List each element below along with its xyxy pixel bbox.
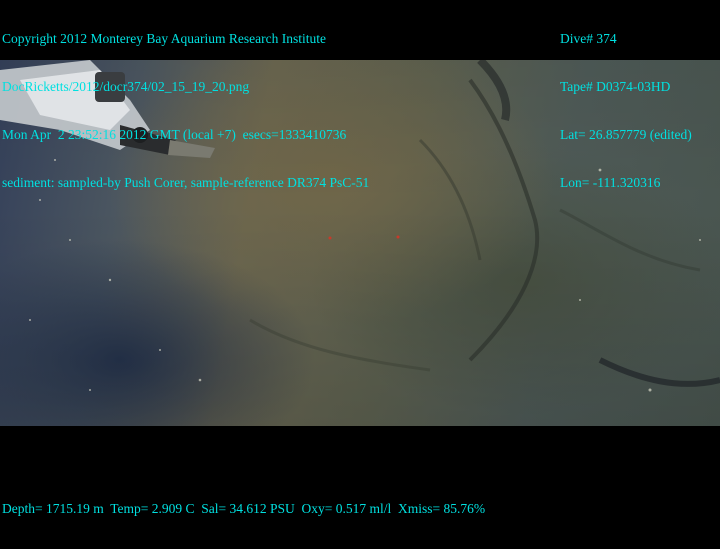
rock-crack — [598, 357, 720, 387]
copyright-line: Copyright 2012 Monterey Bay Aquarium Res… — [2, 31, 326, 46]
longitude: Lon= -111.320316 — [560, 175, 661, 190]
sample-line: sediment: sampled-by Push Corer, sample-… — [2, 175, 370, 190]
latitude: Lat= 26.857779 (edited) — [560, 127, 692, 142]
rock-crack — [477, 60, 511, 121]
rock-crack — [249, 318, 431, 372]
rock-crack — [468, 78, 540, 362]
red-specks — [328, 235, 400, 240]
sensor-line: Depth= 1715.19 m Temp= 2.909 C Sal= 34.6… — [2, 501, 486, 516]
rock-crack — [418, 138, 482, 261]
tape-number: Tape# D0374-03HD — [560, 79, 671, 94]
image-path-line: DocRicketts/2012/docr374/02_15_19_20.png — [2, 79, 250, 94]
video-frame: Copyright 2012 Monterey Bay Aquarium Res… — [0, 0, 720, 516]
dive-number: Dive# 374 — [560, 31, 617, 46]
header-info-right: Dive# 374 Tape# D0374-03HD Lat= 26.85777… — [560, 0, 692, 223]
timestamp-line: Mon Apr 2 23:52:16 2012 GMT (local +7) e… — [2, 127, 347, 142]
header-info-left: Copyright 2012 Monterey Bay Aquarium Res… — [2, 0, 369, 223]
sensor-readout: Depth= 1715.19 m Temp= 2.909 C Sal= 34.6… — [2, 469, 485, 549]
